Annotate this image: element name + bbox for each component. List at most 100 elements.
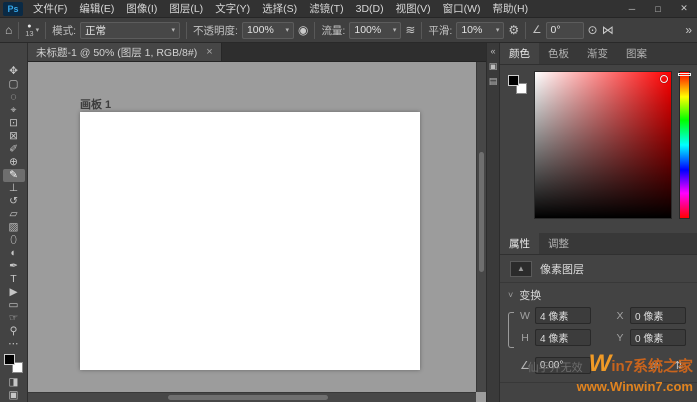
color-picker-marker[interactable] xyxy=(660,75,668,83)
path-selection-tool[interactable]: ▶ xyxy=(3,286,25,299)
chevron-down-icon: ˅ xyxy=(508,290,513,300)
collapsed-panel-icon[interactable]: ▤ xyxy=(489,77,498,86)
frame-tool[interactable]: ⊠ xyxy=(3,130,25,143)
eraser-tool[interactable]: ▱ xyxy=(3,208,25,221)
zoom-tool[interactable]: ⚲ xyxy=(3,325,25,338)
tab-patterns[interactable]: 图案 xyxy=(617,43,656,64)
transform-grid: W 4 像素 X 0 像素 H 4 像素 Y 0 像素 xyxy=(500,307,697,355)
menu-edit[interactable]: 编辑(E) xyxy=(73,0,120,18)
move-tool[interactable]: ✥ xyxy=(3,65,25,78)
panel-color-swatches[interactable] xyxy=(508,75,527,94)
eyedropper-tool[interactable]: ✐ xyxy=(3,143,25,156)
rotation-field[interactable]: 0.00° xyxy=(535,357,591,374)
collapsed-panels-strip: « ▣ ▤ xyxy=(486,43,499,402)
quick-mask-icon[interactable]: ◨ xyxy=(3,376,25,389)
brush-angle-field[interactable]: 0° xyxy=(546,22,584,39)
quick-selection-tool[interactable]: ⌖ xyxy=(3,104,25,117)
menu-select[interactable]: 选择(S) xyxy=(256,0,303,18)
toolbar-overflow-icon[interactable]: » xyxy=(685,24,692,36)
flow-label: 流量: xyxy=(321,23,345,38)
flip-vertical-icon[interactable]: ⇅ xyxy=(669,358,689,374)
y-field[interactable]: 0 像素 xyxy=(630,329,686,346)
tools-panel: ✥ ▢ ◌ ⌖ ⊡ ⊠ ✐ ⊕ ✎ ⊥ ↺ ▱ ▨ ⬯ ◐ ✒ T ▶ ▭ ☞ … xyxy=(0,43,28,402)
tab-properties[interactable]: 属性 xyxy=(500,233,539,254)
opacity-select[interactable]: 100% ▾ xyxy=(242,22,294,39)
separator xyxy=(525,22,526,39)
history-brush-tool[interactable]: ↺ xyxy=(3,195,25,208)
clone-stamp-tool[interactable]: ⊥ xyxy=(3,182,25,195)
tab-swatches[interactable]: 色板 xyxy=(539,43,578,64)
home-icon[interactable]: ⌂ xyxy=(5,24,12,36)
document-tab[interactable]: 未标题-1 @ 50% (图层 1, RGB/8#) × xyxy=(28,43,222,61)
edit-toolbar-icon[interactable]: ⋯ xyxy=(3,338,25,351)
photoshop-logo-icon: Ps xyxy=(3,2,23,16)
width-field[interactable]: 4 像素 xyxy=(535,307,591,324)
menu-layer[interactable]: 图层(L) xyxy=(163,0,209,18)
tab-gradients[interactable]: 渐变 xyxy=(578,43,617,64)
close-tab-icon[interactable]: × xyxy=(206,46,212,58)
menu-window[interactable]: 窗口(W) xyxy=(437,0,487,18)
minimize-button[interactable]: ─ xyxy=(619,0,645,17)
crop-tool[interactable]: ⊡ xyxy=(3,117,25,130)
flow-select[interactable]: 100% ▾ xyxy=(349,22,401,39)
pressure-size-icon[interactable]: ⊙ xyxy=(588,24,598,36)
hand-tool[interactable]: ☞ xyxy=(3,312,25,325)
height-field[interactable]: 4 像素 xyxy=(535,329,591,346)
menu-bar: Ps 文件(F) 编辑(E) 图像(I) 图层(L) 文字(Y) 选择(S) 滤… xyxy=(0,0,697,18)
saturation-brightness-picker[interactable] xyxy=(534,71,672,219)
properties-panel-tabs: 属性 调整 xyxy=(500,233,697,255)
hue-slider-marker[interactable] xyxy=(678,73,691,76)
transform-row-hy: H 4 像素 Y 0 像素 xyxy=(520,329,689,346)
shape-tool[interactable]: ▭ xyxy=(3,299,25,312)
healing-brush-tool[interactable]: ⊕ xyxy=(3,156,25,169)
lasso-tool[interactable]: ◌ xyxy=(3,91,25,104)
horizontal-scrollbar[interactable] xyxy=(28,392,476,402)
smoothing-select[interactable]: 10% ▾ xyxy=(456,22,504,39)
close-button[interactable]: ✕ xyxy=(671,0,697,17)
pen-tool[interactable]: ✒ xyxy=(3,260,25,273)
foreground-color-swatch[interactable] xyxy=(4,354,15,365)
menu-image[interactable]: 图像(I) xyxy=(120,0,163,18)
artboard-canvas[interactable] xyxy=(80,112,420,370)
pressure-opacity-icon[interactable]: ◉ xyxy=(298,24,308,36)
link-dimensions-icon[interactable] xyxy=(508,312,514,348)
opacity-value: 100% xyxy=(247,24,274,36)
menu-view[interactable]: 视图(V) xyxy=(390,0,437,18)
menu-type[interactable]: 文字(Y) xyxy=(209,0,256,18)
hue-slider[interactable] xyxy=(679,71,690,219)
symmetry-icon[interactable]: ⋈ xyxy=(602,24,614,36)
menu-filter[interactable]: 滤镜(T) xyxy=(303,0,349,18)
airbrush-icon[interactable]: ≋ xyxy=(405,24,415,36)
menu-3d[interactable]: 3D(D) xyxy=(350,1,390,17)
smoothing-gear-icon[interactable]: ⚙ xyxy=(508,24,519,36)
artboard-label[interactable]: 画板 1 xyxy=(80,96,111,112)
document-title: 未标题-1 @ 50% (图层 1, RGB/8#) xyxy=(36,45,197,60)
brush-preset-picker[interactable]: ● 13 ▾ xyxy=(25,23,39,38)
collapsed-panel-icon[interactable]: ▣ xyxy=(489,62,498,71)
vertical-scrollbar-thumb[interactable] xyxy=(479,152,484,272)
flip-horizontal-icon[interactable]: ⇄ xyxy=(644,358,664,374)
menu-file[interactable]: 文件(F) xyxy=(27,0,73,18)
foreground-color-swatch[interactable] xyxy=(508,75,519,86)
brush-tool[interactable]: ✎ xyxy=(3,169,25,182)
tab-color[interactable]: 颜色 xyxy=(500,43,539,64)
blend-mode-select[interactable]: 正常 ▾ xyxy=(80,22,180,39)
gradient-tool[interactable]: ▨ xyxy=(3,221,25,234)
expand-panels-icon[interactable]: « xyxy=(490,47,495,56)
x-field[interactable]: 0 像素 xyxy=(630,307,686,324)
vertical-scrollbar[interactable] xyxy=(476,62,486,392)
maximize-button[interactable]: □ xyxy=(645,0,671,17)
screen-mode-icon[interactable]: ▣ xyxy=(3,389,25,402)
transform-section-header[interactable]: ˅ 变换 xyxy=(500,283,697,307)
tab-adjustments[interactable]: 调整 xyxy=(539,233,578,254)
color-panel-tabs: 颜色 色板 渐变 图案 xyxy=(500,43,697,65)
foreground-background-swatches[interactable] xyxy=(4,354,23,373)
menu-help[interactable]: 帮助(H) xyxy=(487,0,535,18)
dodge-tool[interactable]: ◐ xyxy=(3,247,25,260)
canvas-area[interactable]: 画板 1 xyxy=(28,62,486,402)
photoshop-window: Ps 文件(F) 编辑(E) 图像(I) 图层(L) 文字(Y) 选择(S) 滤… xyxy=(0,0,697,402)
blur-tool[interactable]: ⬯ xyxy=(3,234,25,247)
marquee-tool[interactable]: ▢ xyxy=(3,78,25,91)
type-tool[interactable]: T xyxy=(3,273,25,286)
horizontal-scrollbar-thumb[interactable] xyxy=(168,395,328,400)
